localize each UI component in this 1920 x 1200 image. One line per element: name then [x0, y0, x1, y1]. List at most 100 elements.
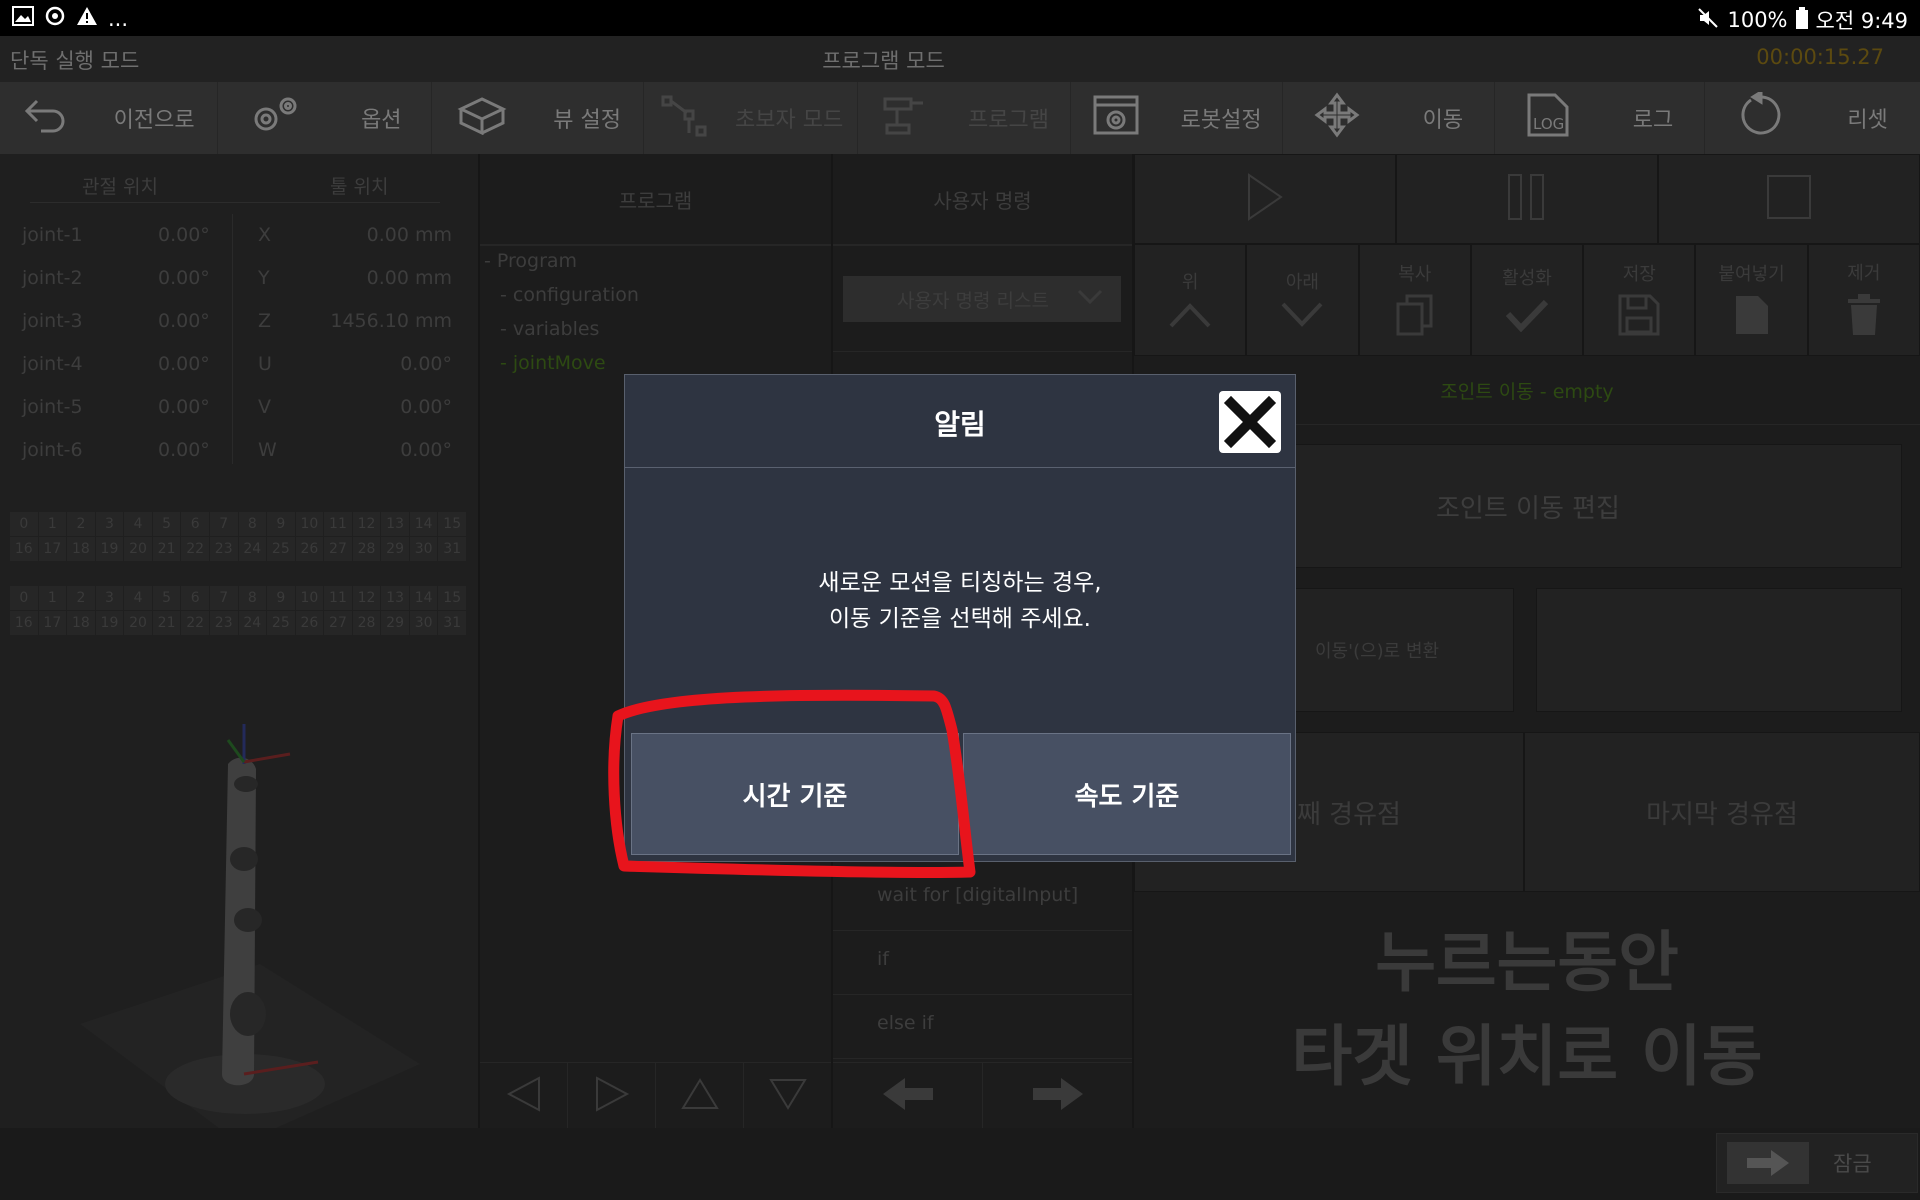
- arrow-right-icon: [1031, 1076, 1085, 1116]
- paste-button[interactable]: 붙여넣기: [1695, 244, 1808, 356]
- dialog-header: 알림: [625, 375, 1295, 468]
- stop-button[interactable]: [1658, 154, 1920, 244]
- io-cell: 3: [95, 586, 124, 610]
- dialog-close-button[interactable]: [1219, 391, 1281, 453]
- io-cell: 22: [181, 537, 209, 561]
- nav-left-button[interactable]: [480, 1063, 568, 1129]
- arrow-left-icon: [881, 1076, 935, 1116]
- mode-bar: 단독 실행 모드 프로그램 모드 00:00:15.27: [0, 36, 1920, 82]
- io-cell: 7: [209, 512, 238, 536]
- joint-row: joint-2 0.00° Y 0.00 mm: [22, 267, 452, 289]
- io-cell: 2: [67, 512, 95, 536]
- io-cell: 28: [352, 611, 381, 635]
- io-cell: 22: [181, 611, 209, 635]
- triangle-up-icon: [679, 1076, 721, 1116]
- io-cell: 20: [124, 611, 152, 635]
- delete-button[interactable]: 제거: [1807, 244, 1920, 356]
- hold-to-move-button[interactable]: 누르는동안 타겟 위치로 이동: [1134, 892, 1920, 1128]
- bottom-bar: 잠금: [0, 1128, 1920, 1200]
- save-icon: [1618, 294, 1660, 341]
- io-cell: 16: [10, 611, 38, 635]
- last-waypoint-button[interactable]: 마지막 경유점: [1524, 732, 1920, 892]
- tree-item-program[interactable]: - Program: [484, 250, 577, 272]
- move-button[interactable]: 이동: [1283, 82, 1495, 154]
- close-icon: [1219, 395, 1281, 457]
- io-cell: 1: [38, 512, 67, 536]
- io-cell: 28: [352, 537, 381, 561]
- io-cell: 2: [67, 586, 95, 610]
- program-button[interactable]: 프로그램: [858, 82, 1071, 154]
- nav-up-button[interactable]: [656, 1063, 744, 1129]
- empty-option-button[interactable]: [1536, 588, 1902, 712]
- command-list-item[interactable]: if: [833, 930, 1132, 995]
- user-command-dropdown[interactable]: 사용자 명령 리스트: [843, 276, 1121, 322]
- io-cell: 17: [38, 611, 67, 635]
- save-button[interactable]: 저장: [1583, 244, 1696, 356]
- io-cell: 18: [67, 611, 95, 635]
- log-button-label: 로그: [1632, 108, 1674, 133]
- copy-icon: [1395, 294, 1435, 341]
- lock-label: 잠금: [1833, 1152, 1872, 1176]
- tree-item-jointmove[interactable]: - jointMove: [500, 352, 606, 374]
- settings-window-icon: [1091, 93, 1141, 143]
- check-icon: [1505, 298, 1549, 337]
- log-button[interactable]: LOG 로그: [1495, 82, 1705, 154]
- back-button[interactable]: 이전으로: [0, 82, 219, 154]
- hold-to-move-line1: 누르는동안: [1375, 924, 1679, 1001]
- io-cell: 26: [295, 537, 324, 561]
- io-cell: 6: [181, 586, 209, 610]
- robot-settings-button[interactable]: 로봇설정: [1071, 82, 1283, 154]
- play-button[interactable]: [1134, 154, 1396, 244]
- beginner-mode-button[interactable]: 초보자 모드: [644, 82, 859, 154]
- io-cell: 18: [67, 537, 95, 561]
- tree-item-configuration[interactable]: - configuration: [500, 284, 639, 306]
- triangle-left-icon: [505, 1074, 543, 1118]
- joint-row: joint-5 0.00° V 0.00°: [22, 396, 452, 418]
- reset-button[interactable]: 리셋: [1705, 82, 1920, 154]
- pause-button[interactable]: [1396, 154, 1658, 244]
- view-settings-button[interactable]: 뷰 설정: [432, 82, 645, 154]
- io-cell: 29: [381, 537, 409, 561]
- triangle-down-icon: [767, 1076, 809, 1116]
- io-cell: 0: [10, 512, 38, 536]
- joint-row: joint-1 0.00° X 0.00 mm: [22, 224, 452, 246]
- io-cell: 0: [10, 586, 38, 610]
- dialog-message-line1: 새로운 모션을 티칭하는 경우,: [818, 570, 1102, 596]
- io-cell: 19: [95, 611, 124, 635]
- arrow-right-button[interactable]: [983, 1063, 1132, 1129]
- options-button[interactable]: 옵션: [218, 82, 433, 154]
- activate-button[interactable]: 활성화: [1470, 244, 1584, 356]
- io-cell: 25: [267, 611, 295, 635]
- io-cell: 21: [152, 537, 181, 561]
- reset-icon: [1737, 89, 1783, 144]
- back-arrow-icon: [23, 95, 69, 141]
- view-settings-label: 뷰 설정: [553, 108, 621, 133]
- highlight-annotation: [604, 686, 976, 886]
- hold-to-move-line2: 타겟 위치로 이동: [1291, 1018, 1763, 1095]
- digital-io-grid: 0 1 2 3 4 5 6 7 8 9 10 11 12 13 14 15 16 17 18 19 20 21 22 23 24…: [10, 586, 466, 635]
- nav-right-button[interactable]: [568, 1063, 656, 1129]
- io-cell: 15: [438, 512, 466, 536]
- dialog-message: 새로운 모션을 티칭하는 경우, 이동 기준을 선택해 주세요.: [625, 565, 1295, 637]
- speed-based-button[interactable]: 속도 기준: [963, 733, 1291, 855]
- io-cell: 30: [409, 611, 438, 635]
- move-up-button[interactable]: 위: [1134, 244, 1247, 356]
- chevron-down-icon: [1281, 302, 1323, 333]
- io-cell: 27: [324, 537, 352, 561]
- io-cell: 25: [267, 537, 295, 561]
- arrow-left-button[interactable]: [833, 1063, 983, 1129]
- io-cell: 27: [324, 611, 352, 635]
- user-command-dropdown-value: 사용자 명령 리스트: [897, 289, 1049, 312]
- digital-io-grid: 0 1 2 3 4 5 6 7 8 9 10 11 12 13 14 15 16 17 18 19 20 21 22 23 24…: [10, 512, 466, 561]
- mute-icon: [1697, 7, 1719, 34]
- beginner-mode-label: 초보자 모드: [734, 108, 844, 133]
- joint-position-header: 관절 위치: [82, 176, 158, 198]
- move-down-button[interactable]: 아래: [1246, 244, 1359, 356]
- sync-icon: [44, 5, 66, 32]
- io-cell: 8: [238, 512, 267, 536]
- lock-button[interactable]: 잠금: [1716, 1133, 1918, 1193]
- copy-button[interactable]: 복사: [1358, 244, 1471, 356]
- tree-item-variables[interactable]: - variables: [500, 318, 599, 340]
- nav-down-button[interactable]: [744, 1063, 831, 1129]
- command-list-item[interactable]: else if: [833, 994, 1132, 1059]
